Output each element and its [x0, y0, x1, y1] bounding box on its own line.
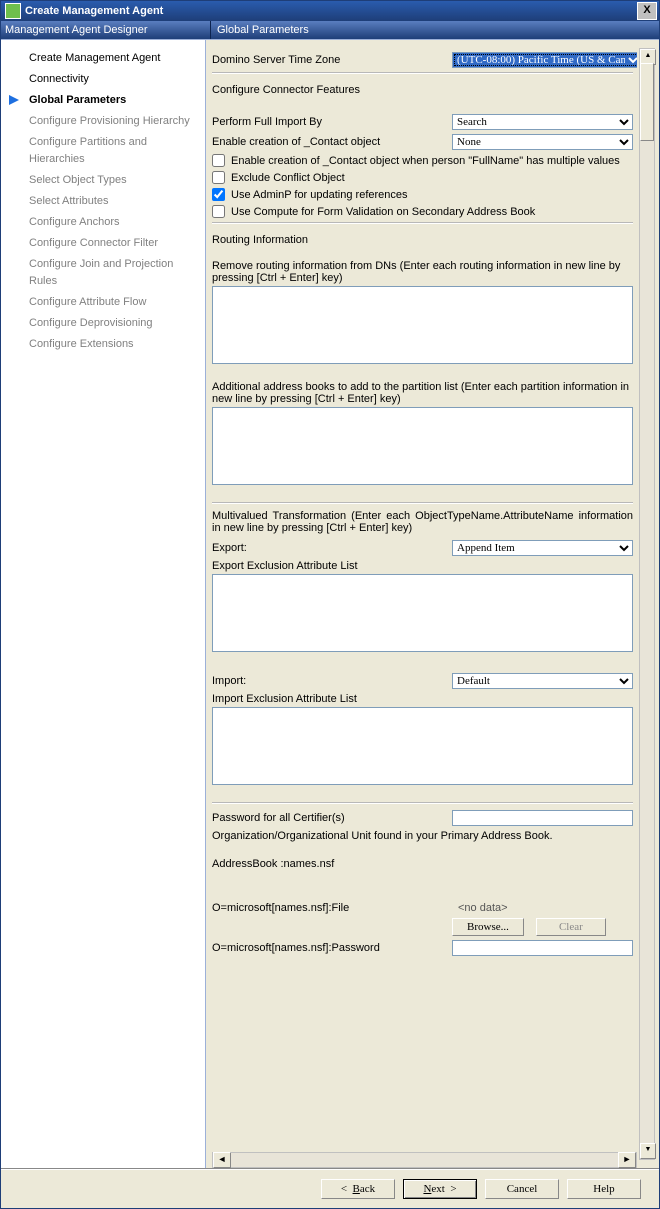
wizard-nav: Create Management Agent Connectivity Glo… — [1, 39, 206, 1168]
contact-create-select[interactable]: None — [452, 134, 633, 150]
timezone-select[interactable]: (UTC-08:00) Pacific Time (US & Can — [452, 52, 637, 68]
scroll-down-icon[interactable]: ▼ — [640, 1143, 656, 1159]
import-mode-select[interactable]: Default — [452, 673, 633, 689]
export-mode-label: Export: — [212, 542, 452, 554]
clear-button: Clear — [536, 918, 606, 936]
page-header: Global Parameters — [211, 21, 309, 39]
designer-header: Management Agent Designer — [1, 21, 211, 39]
vertical-scrollbar[interactable]: ▲ ▼ — [639, 48, 655, 1160]
cancel-button[interactable]: Cancel — [485, 1179, 559, 1199]
full-import-select[interactable]: Search — [452, 114, 633, 130]
next-button[interactable]: Next > — [403, 1179, 477, 1199]
browse-button[interactable]: Browse... — [452, 918, 524, 936]
back-button[interactable]: < Back — [321, 1179, 395, 1199]
import-exclusion-textarea[interactable] — [212, 707, 633, 785]
cert-file-label: O=microsoft[names.nsf]:File — [212, 902, 452, 914]
cert-password-input[interactable] — [452, 940, 633, 956]
title-bar: Create Management Agent X — [1, 1, 659, 21]
form-scroll-region[interactable]: Domino Server Time Zone (UTC-08:00) Paci… — [212, 48, 637, 1160]
panel-header: Management Agent Designer Global Paramet… — [1, 21, 659, 39]
certifier-password-input[interactable] — [452, 810, 633, 826]
nav-create-ma[interactable]: Create Management Agent — [1, 48, 205, 69]
cb-use-adminp[interactable] — [212, 188, 225, 201]
scroll-left-icon[interactable]: ◄ — [213, 1152, 231, 1168]
window-title: Create Management Agent — [25, 5, 163, 17]
close-button[interactable]: X — [637, 2, 657, 20]
nav-anchors: Configure Anchors — [1, 212, 205, 233]
nav-extensions: Configure Extensions — [1, 334, 205, 355]
wizard-footer: < Back Next > Cancel Help — [1, 1169, 659, 1208]
import-mode-label: Import: — [212, 675, 452, 687]
nav-object-types: Select Object Types — [1, 170, 205, 191]
scroll-right-icon[interactable]: ► — [618, 1152, 636, 1168]
addressbook-label: AddressBook :names.nsf — [212, 858, 633, 870]
remove-routing-textarea[interactable] — [212, 286, 633, 364]
remove-routing-label: Remove routing information from DNs (Ent… — [212, 260, 633, 284]
cb-fullname-multi[interactable] — [212, 154, 225, 167]
nav-join-projection: Configure Join and Projection Rules — [1, 254, 205, 292]
app-icon — [5, 3, 21, 19]
cert-file-nodata: <no data> — [458, 902, 508, 914]
nav-connectivity[interactable]: Connectivity — [1, 69, 205, 90]
features-title: Configure Connector Features — [212, 84, 633, 96]
timezone-label: Domino Server Time Zone — [212, 54, 452, 66]
routing-title: Routing Information — [212, 234, 633, 246]
horizontal-scrollbar[interactable]: ◄ ► — [212, 1152, 637, 1168]
nav-deprovisioning: Configure Deprovisioning — [1, 313, 205, 334]
nav-connector-filter: Configure Connector Filter — [1, 233, 205, 254]
export-exclusion-label: Export Exclusion Attribute List — [212, 560, 633, 572]
add-addressbook-label: Additional address books to add to the p… — [212, 381, 633, 405]
export-exclusion-textarea[interactable] — [212, 574, 633, 652]
org-ou-label: Organization/Organizational Unit found i… — [212, 830, 633, 842]
nav-prov-hierarchy: Configure Provisioning Hierarchy — [1, 111, 205, 132]
nav-attribute-flow: Configure Attribute Flow — [1, 292, 205, 313]
contact-create-label: Enable creation of _Contact object — [212, 136, 452, 148]
import-exclusion-label: Import Exclusion Attribute List — [212, 693, 633, 705]
current-arrow-icon — [9, 94, 19, 104]
cb-compute-form[interactable] — [212, 205, 225, 218]
scroll-thumb[interactable] — [640, 63, 654, 141]
full-import-label: Perform Full Import By — [212, 116, 452, 128]
cb-exclude-conflict[interactable] — [212, 171, 225, 184]
export-mode-select[interactable]: Append Item — [452, 540, 633, 556]
nav-partitions: Configure Partitions and Hierarchies — [1, 132, 205, 170]
add-addressbook-textarea[interactable] — [212, 407, 633, 485]
nav-global-parameters[interactable]: Global Parameters — [1, 90, 205, 111]
help-button[interactable]: Help — [567, 1179, 641, 1199]
cert-password-label: O=microsoft[names.nsf]:Password — [212, 942, 452, 954]
multivalued-title: Multivalued Transformation (Enter each O… — [212, 510, 633, 534]
nav-attributes: Select Attributes — [1, 191, 205, 212]
certifier-password-label: Password for all Certifier(s) — [212, 812, 452, 824]
